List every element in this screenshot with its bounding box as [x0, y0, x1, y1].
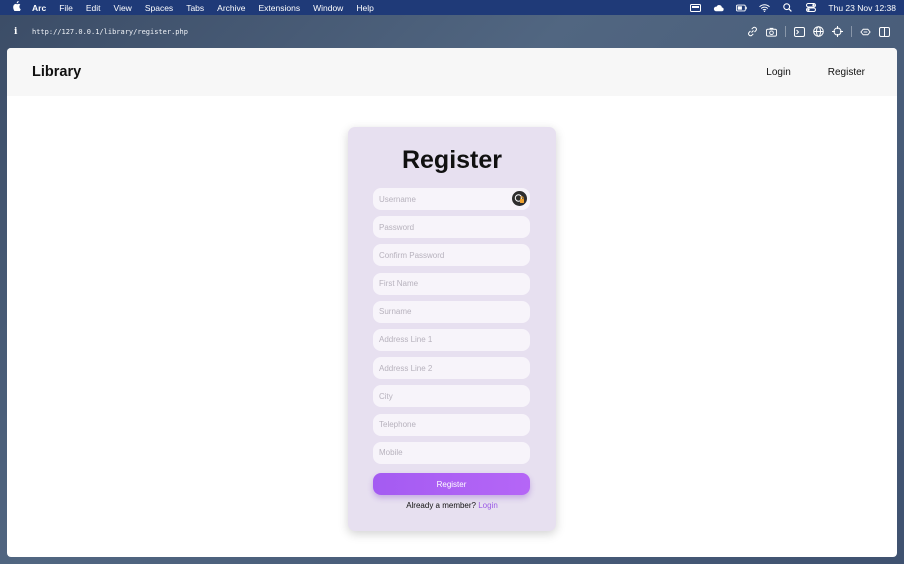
nav-links: Login Register: [766, 67, 865, 78]
menu-extensions[interactable]: Extensions: [259, 3, 301, 13]
menu-spaces[interactable]: Spaces: [145, 3, 173, 13]
terminal-icon[interactable]: [794, 26, 805, 37]
login-link[interactable]: Login: [478, 501, 498, 510]
wifi-icon[interactable]: [759, 3, 771, 12]
city-input[interactable]: City: [373, 385, 530, 408]
spotlight-search-icon[interactable]: [782, 3, 793, 12]
menu-tabs[interactable]: Tabs: [186, 3, 204, 13]
extensions-icon[interactable]: [860, 26, 871, 37]
address-line-1-input[interactable]: Address Line 1: [373, 328, 530, 351]
login-prompt: Already a member? Login: [348, 501, 556, 510]
telephone-input[interactable]: Telephone: [373, 413, 530, 436]
target-icon[interactable]: [832, 26, 843, 37]
site-brand[interactable]: Library: [32, 64, 81, 80]
menu-clock[interactable]: Thu 23 Nov 12:38: [828, 3, 896, 13]
first-name-input[interactable]: First Name: [373, 272, 530, 295]
display-icon[interactable]: [690, 3, 702, 12]
apple-menu-icon[interactable]: [12, 1, 21, 14]
password-manager-icon[interactable]: [512, 191, 527, 206]
browser-toolbar: i http://127.0.0.1/library/register.php: [0, 15, 904, 48]
password-input[interactable]: Password: [373, 216, 530, 239]
register-form-fields: Username Password Confirm Password First…: [373, 188, 530, 470]
form-title: Register: [401, 146, 503, 174]
menu-bar: Arc File Edit View Spaces Tabs Archive E…: [0, 0, 904, 15]
surname-input[interactable]: Surname: [373, 300, 530, 323]
address-line-2-input[interactable]: Address Line 2: [373, 357, 530, 380]
toolbar-divider: [851, 26, 852, 37]
link-icon[interactable]: [747, 26, 758, 37]
confirm-password-input[interactable]: Confirm Password: [373, 244, 530, 267]
nav-register-link[interactable]: Register: [828, 67, 865, 78]
menu-window[interactable]: Window: [313, 3, 343, 13]
username-input[interactable]: Username: [373, 188, 530, 210]
status-area: Thu 23 Nov 12:38: [690, 3, 896, 13]
browser-tools: [747, 26, 890, 37]
menu-view[interactable]: View: [114, 3, 132, 13]
cloud-icon[interactable]: [713, 4, 725, 12]
menu-edit[interactable]: Edit: [86, 3, 101, 13]
register-button[interactable]: Register: [373, 473, 530, 495]
page-viewport: Library Login Register Register Username…: [7, 48, 897, 557]
menu-app-name[interactable]: Arc: [32, 3, 46, 13]
control-center-icon[interactable]: [805, 3, 816, 12]
login-prompt-text: Already a member?: [406, 501, 476, 510]
toolbar-divider: [785, 26, 786, 37]
menu-file[interactable]: File: [59, 3, 73, 13]
site-navbar: Library Login Register: [7, 48, 897, 96]
menu-archive[interactable]: Archive: [217, 3, 245, 13]
nav-login-link[interactable]: Login: [766, 67, 790, 78]
username-placeholder: Username: [379, 194, 416, 204]
register-card: Register Username Password Confirm Passw…: [348, 127, 556, 531]
globe-icon[interactable]: [813, 26, 824, 37]
site-info-icon[interactable]: i: [14, 27, 26, 37]
camera-icon[interactable]: [766, 26, 777, 37]
menu-help[interactable]: Help: [356, 3, 373, 13]
battery-icon[interactable]: [736, 4, 748, 12]
mobile-input[interactable]: Mobile: [373, 441, 530, 464]
url-field[interactable]: http://127.0.0.1/library/register.php: [32, 28, 188, 36]
split-view-icon[interactable]: [879, 26, 890, 37]
